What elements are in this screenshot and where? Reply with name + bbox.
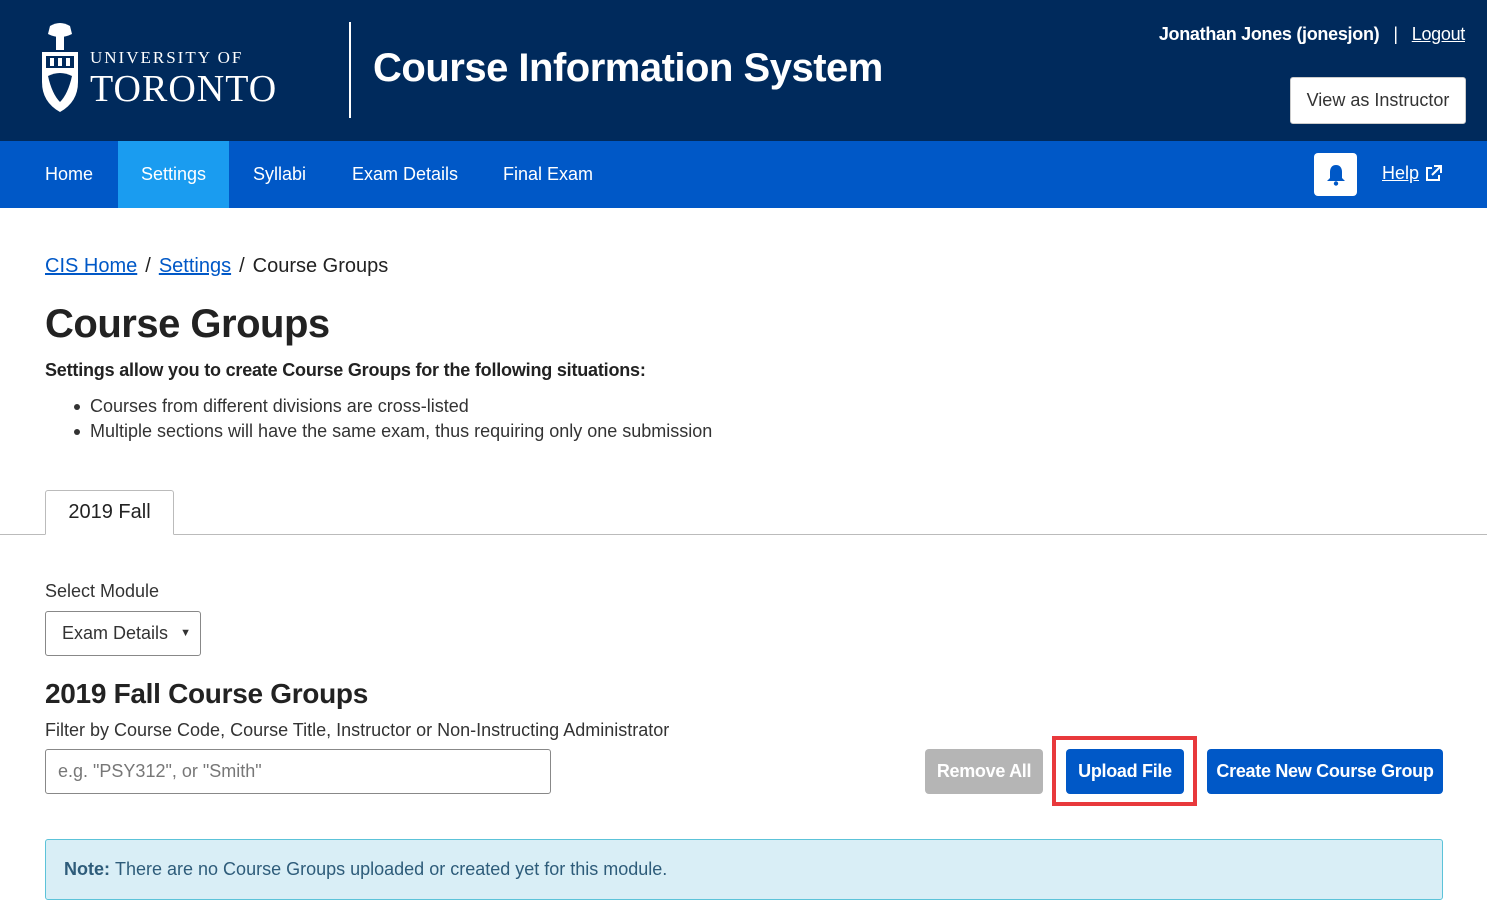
nav-item-exam-details[interactable]: Exam Details xyxy=(334,141,476,208)
nav-item-syllabi[interactable]: Syllabi xyxy=(235,141,324,208)
header-divider xyxy=(349,22,351,118)
remove-all-button[interactable]: Remove All xyxy=(925,749,1043,794)
module-select-value: Exam Details xyxy=(62,623,169,643)
user-name: Jonathan Jones (jonesjon) xyxy=(1158,24,1380,44)
list-item: Courses from different divisions are cro… xyxy=(70,394,712,419)
course-groups-heading: 2019 Fall Course Groups xyxy=(45,678,368,709)
list-item: Multiple sections will have the same exa… xyxy=(70,419,712,444)
user-separator: | xyxy=(1393,24,1398,44)
filter-input[interactable] xyxy=(45,749,551,794)
bell-icon xyxy=(1326,164,1345,186)
nav-item-home[interactable]: Home xyxy=(22,141,116,208)
caret-down-icon: ▼ xyxy=(180,627,191,639)
module-select[interactable]: Exam Details ▼ xyxy=(45,611,201,656)
breadcrumb-separator: / xyxy=(145,255,151,277)
help-link[interactable]: Help xyxy=(1382,163,1443,184)
breadcrumb-current: Course Groups xyxy=(252,255,389,277)
wordmark-line1: UNIVERSITY OF xyxy=(90,48,244,67)
empty-note: Note: There are no Course Groups uploade… xyxy=(45,839,1443,900)
notifications-button[interactable] xyxy=(1314,153,1357,196)
situation-list: Courses from different divisions are cro… xyxy=(70,394,712,444)
app-title: Course Information System xyxy=(373,46,883,90)
create-course-group-button[interactable]: Create New Course Group xyxy=(1207,749,1443,794)
upload-file-button[interactable]: Upload File xyxy=(1066,749,1184,794)
breadcrumb-separator: / xyxy=(239,255,245,277)
filter-label: Filter by Course Code, Course Title, Ins… xyxy=(45,720,670,740)
breadcrumb-cis-home[interactable]: CIS Home xyxy=(45,255,137,278)
breadcrumb-settings[interactable]: Settings xyxy=(159,255,231,278)
note-text: There are no Course Groups uploaded or c… xyxy=(115,859,668,879)
logout-link[interactable]: Logout xyxy=(1412,24,1466,45)
user-info: Jonathan Jones (jonesjon) | Logout xyxy=(1159,24,1465,45)
university-logo[interactable]: UNIVERSITY OF TORONTO xyxy=(38,22,298,114)
help-label: Help xyxy=(1382,163,1420,183)
university-wordmark: UNIVERSITY OF TORONTO xyxy=(90,48,277,108)
nav-item-settings[interactable]: Settings xyxy=(118,141,229,208)
tabs-divider xyxy=(0,534,1487,535)
intro-text: Settings allow you to create Course Grou… xyxy=(45,360,646,380)
external-link-icon xyxy=(1426,165,1443,181)
breadcrumb: CIS Home / Settings / Course Groups xyxy=(45,255,388,278)
note-label: Note: xyxy=(64,859,110,879)
university-crest-icon xyxy=(42,23,78,112)
site-header: UNIVERSITY OF TORONTO Course Information… xyxy=(0,0,1487,141)
select-module-label: Select Module xyxy=(45,581,160,601)
main-nav: Home Settings Syllabi Exam Details Final… xyxy=(0,141,1487,208)
wordmark-line2: TORONTO xyxy=(90,68,278,110)
nav-item-final-exam[interactable]: Final Exam xyxy=(486,141,610,208)
page-title: Course Groups xyxy=(45,302,330,346)
tab-2019-fall[interactable]: 2019 Fall xyxy=(45,490,174,535)
view-as-instructor-button[interactable]: View as Instructor xyxy=(1290,77,1466,124)
